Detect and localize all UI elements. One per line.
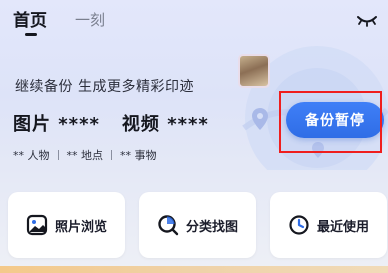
tag-divider (57, 150, 59, 160)
shortcut-label: 照片浏览 (54, 219, 107, 235)
shortcut-category-search[interactable]: 分类找图 (139, 192, 256, 258)
tag-things: ** 事物 (120, 149, 157, 162)
photo-count: 图片 **** (13, 114, 100, 135)
photo-icon (26, 214, 48, 236)
category-tags: ** 人物 ** 地点 ** 事物 (13, 147, 157, 163)
video-count: 视频 **** (121, 114, 209, 135)
backup-subtitle: 继续备份 生成更多精彩印迹 (15, 79, 194, 95)
tag-people: ** 人物 (13, 149, 50, 162)
shortcut-label: 最近使用 (316, 219, 369, 235)
tab-home[interactable]: 首页 (13, 6, 47, 31)
shortcut-photo-browse[interactable]: 照片浏览 (8, 192, 125, 258)
tag-places: ** 地点 (66, 149, 104, 162)
shortcut-recent[interactable]: 最近使用 (270, 192, 387, 258)
eye-closed-icon[interactable] (356, 13, 378, 27)
tab-active-indicator (25, 33, 37, 36)
annotation-highlight-box (279, 91, 382, 153)
clock-icon (289, 215, 309, 235)
media-counts: 图片 **** 视频 **** (13, 110, 231, 136)
tag-divider (111, 150, 112, 160)
shortcut-label: 分类找图 (185, 219, 238, 235)
person-photo-thumbnail (238, 54, 270, 88)
top-tabs: 首页 一刻 (13, 6, 105, 31)
search-icon (158, 215, 179, 236)
tab-moment[interactable]: 一刻 (75, 9, 105, 31)
bottom-banner-edge (0, 266, 388, 273)
